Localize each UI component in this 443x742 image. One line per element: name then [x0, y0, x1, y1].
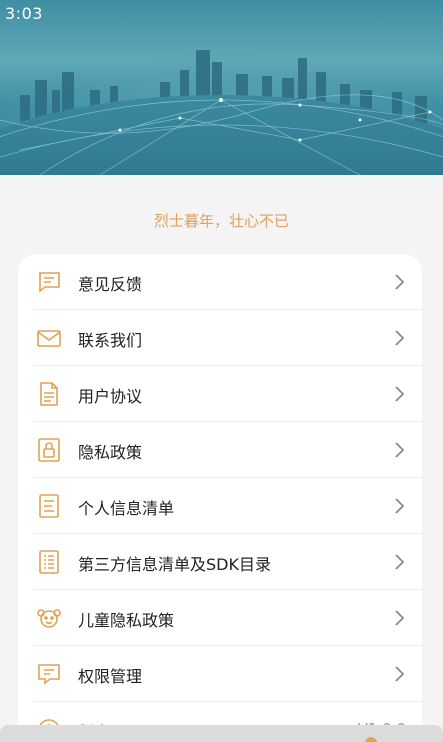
menu-item-feedback[interactable]: 意见反馈: [18, 254, 422, 310]
menu-item-contact[interactable]: 联系我们: [18, 310, 422, 366]
chevron-right-icon: [395, 442, 405, 458]
chevron-right-icon: [395, 554, 405, 570]
menu-item-label: 联系我们: [78, 331, 143, 350]
mail-icon: [36, 325, 62, 351]
document-icon: [36, 381, 62, 407]
chevron-right-icon: [395, 498, 405, 514]
bottom-indicator-dot: [365, 737, 377, 742]
menu-item-label: 个人信息清单: [78, 499, 175, 518]
city-globe-illustration: [0, 0, 443, 175]
child-icon: [36, 605, 62, 631]
chevron-right-icon: [395, 386, 405, 402]
feedback-icon: [36, 269, 62, 295]
menu-item-privacy-policy[interactable]: 隐私政策: [18, 422, 422, 478]
catalog-icon: [36, 549, 62, 575]
settings-card: 意见反馈 联系我们 用户协议 隐私政策 个人信息清单 第三方信息清单及SDK目录…: [18, 254, 422, 742]
chevron-right-icon: [395, 274, 405, 290]
slogan: 烈士暮年，壮心不已: [153, 212, 289, 230]
bottom-sheet-bar: [0, 725, 443, 742]
menu-item-child-privacy[interactable]: 儿童隐私政策: [18, 590, 422, 646]
menu-item-label: 儿童隐私政策: [78, 611, 175, 630]
menu-item-label: 隐私政策: [78, 443, 143, 462]
menu-item-label: 用户协议: [78, 387, 143, 406]
menu-item-user-agreement[interactable]: 用户协议: [18, 366, 422, 422]
hero-banner: 3:03: [0, 0, 443, 175]
chevron-right-icon: [395, 610, 405, 626]
chevron-right-icon: [395, 330, 405, 346]
menu-item-label: 意见反馈: [78, 275, 143, 294]
menu-item-permissions[interactable]: 权限管理: [18, 646, 422, 702]
menu-item-third-party-sdk[interactable]: 第三方信息清单及SDK目录: [18, 534, 422, 590]
permission-icon: [36, 661, 62, 687]
lock-icon: [36, 437, 62, 463]
status-bar-time: 3:03: [5, 4, 43, 23]
list-icon: [36, 493, 62, 519]
menu-item-label: 权限管理: [78, 667, 143, 686]
menu-item-personal-info-list[interactable]: 个人信息清单: [18, 478, 422, 534]
chevron-right-icon: [395, 666, 405, 682]
menu-item-label: 第三方信息清单及SDK目录: [78, 555, 271, 574]
